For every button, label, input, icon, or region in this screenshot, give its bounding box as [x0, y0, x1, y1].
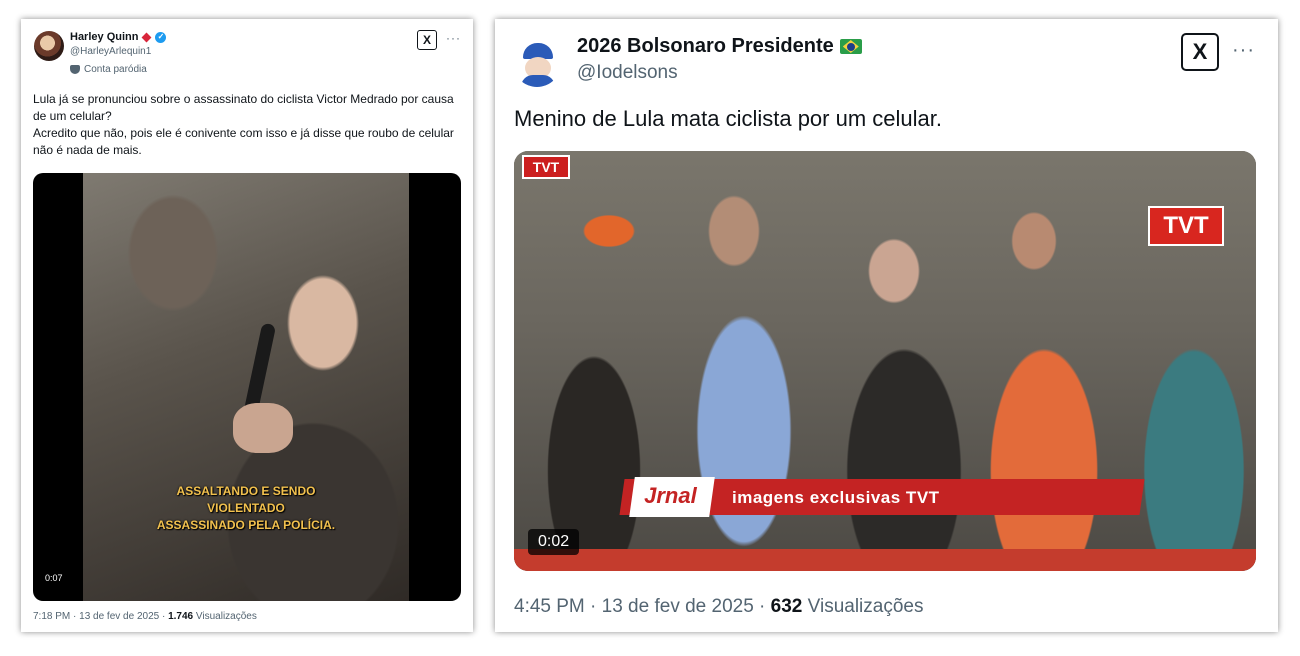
video-frame — [83, 173, 409, 601]
handle[interactable]: @Iodelsons — [577, 62, 678, 84]
lower-third-logo: Jrnal — [629, 477, 715, 517]
caption-line: VIOLENTADO — [207, 501, 285, 515]
avatar-shirt-shape — [521, 75, 555, 87]
x-logo-icon[interactable]: X — [417, 30, 437, 50]
tweet-text-line: Acredito que não, pois ele é conivente c… — [33, 126, 454, 157]
more-options-icon[interactable]: ··· — [446, 31, 461, 45]
video-player[interactable]: TVT TVT Jrnal imagens exclusivas TVT 0:0… — [514, 151, 1256, 571]
tvt-logo-small: TVT — [522, 155, 570, 179]
avatar[interactable] — [34, 31, 64, 61]
hand-shape — [233, 403, 293, 453]
brazil-flag-icon — [839, 39, 862, 54]
parody-text: Conta paródia — [84, 64, 147, 75]
views-count: 1.746 — [168, 611, 194, 622]
views-count: 632 — [770, 596, 803, 617]
more-options-icon[interactable]: ··· — [1232, 39, 1255, 62]
tweet-meta: 7:18 PM · 13 de fev de 2025 · 1.746 Visu… — [33, 611, 257, 622]
verified-badge-icon: ✓ — [155, 31, 167, 43]
video-player[interactable]: ASSALTANDO E SENDO VIOLENTADO ASSASSINAD… — [33, 173, 461, 601]
tvt-logo-large: TVT — [1148, 206, 1224, 246]
handle[interactable]: @HarleyArlequin1 — [70, 46, 151, 57]
video-duration: 0:07 — [45, 573, 63, 583]
video-bottom-strip — [514, 549, 1256, 571]
parody-mask-icon — [70, 65, 80, 74]
timestamp[interactable]: 7:18 PM · 13 de fev de 2025 · — [33, 611, 168, 622]
tweet-card-bolsonaro-presidente[interactable]: 2026 Bolsonaro Presidente @Iodelsons X ·… — [495, 19, 1278, 632]
display-name[interactable]: Harley Quinn — [70, 31, 138, 43]
caption-line: ASSASSINADO PELA POLÍCIA. — [156, 518, 336, 532]
tweet-meta: 4:45 PM · 13 de fev de 2025 · 632 Visual… — [514, 596, 923, 618]
lower-third-text: imagens exclusivas TVT — [732, 488, 940, 507]
display-name-row[interactable]: Harley Quinn ✓ — [70, 31, 167, 43]
display-name-row[interactable]: 2026 Bolsonaro Presidente — [577, 35, 862, 58]
x-logo-icon[interactable]: X — [1181, 33, 1219, 71]
avatar[interactable] — [513, 39, 561, 87]
tweet-text-line: Lula já se pronunciou sobre o assassinat… — [33, 92, 454, 123]
lower-third-logo-text: Jrnal — [644, 483, 697, 508]
tweet-text: Menino de Lula mata ciclista por um celu… — [514, 106, 942, 131]
views-label: Visualizações — [802, 596, 924, 617]
tweet-card-harley-quinn[interactable]: Harley Quinn ✓ @HarleyArlequin1 Conta pa… — [21, 19, 473, 632]
tweet-text: Lula já se pronunciou sobre o assassinat… — [33, 91, 463, 159]
views-label: Visualizações — [193, 611, 257, 622]
video-caption: ASSALTANDO E SENDO VIOLENTADO ASSASSINAD… — [83, 483, 409, 534]
timestamp[interactable]: 4:45 PM · 13 de fev de 2025 · — [514, 596, 771, 617]
display-name[interactable]: 2026 Bolsonaro Presidente — [577, 35, 834, 58]
caption-line: ASSALTANDO E SENDO — [176, 484, 316, 498]
red-diamond-icon — [142, 32, 152, 42]
video-duration: 0:02 — [528, 529, 580, 555]
parody-label: Conta paródia — [70, 64, 147, 75]
